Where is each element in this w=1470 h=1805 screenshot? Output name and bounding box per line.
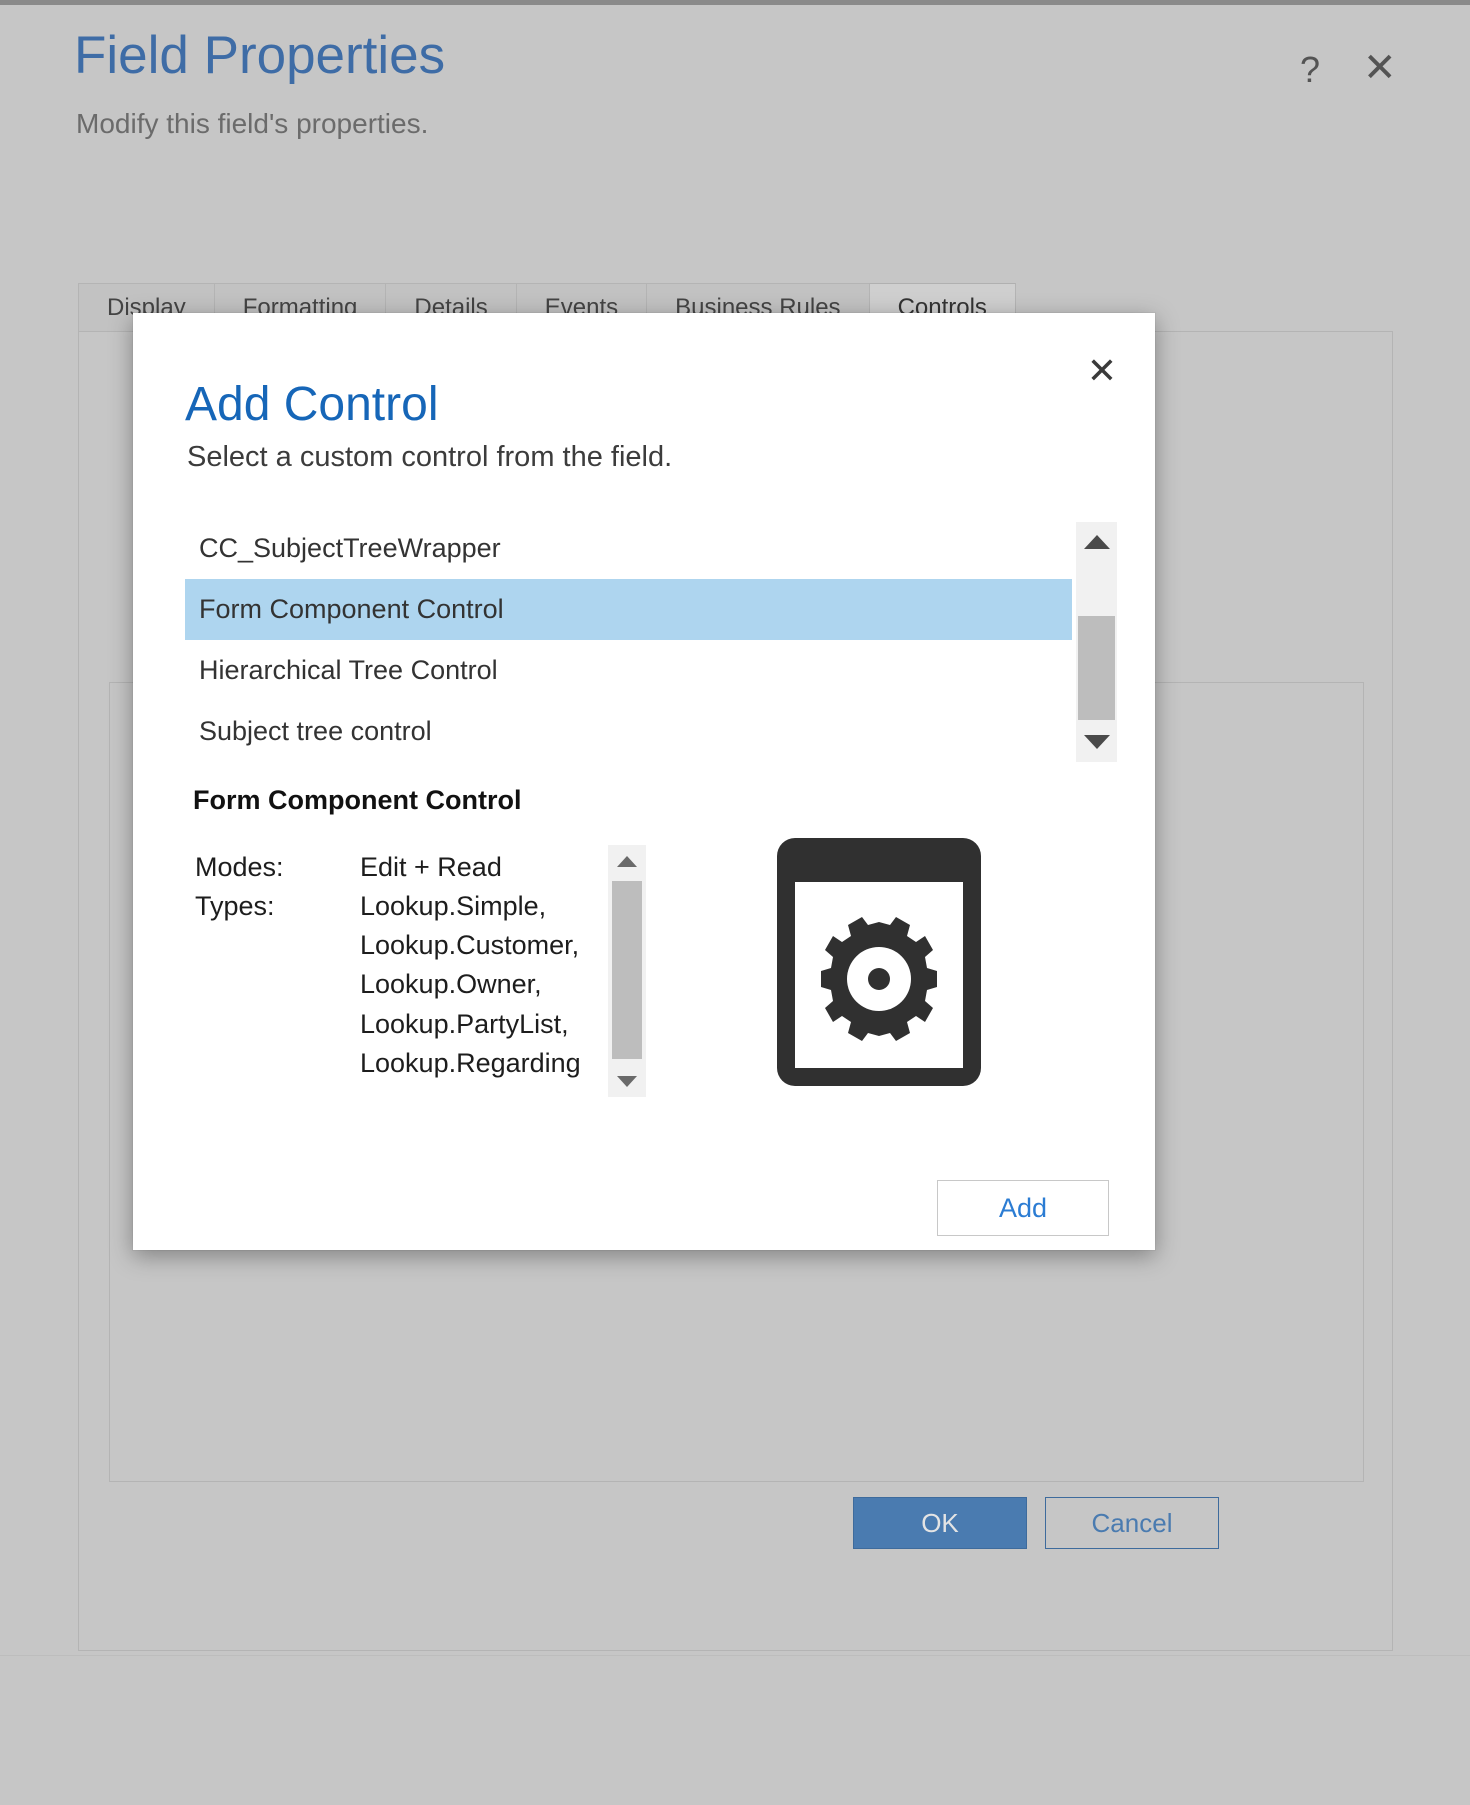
dialog-title: Add Control <box>185 378 439 431</box>
detail-scrollbar-thumb[interactable] <box>612 881 642 1059</box>
cancel-button-label: Cancel <box>1091 1507 1173 1538</box>
help-icon[interactable]: ? <box>1300 49 1320 91</box>
list-item-label: Form Component Control <box>199 594 504 624</box>
ok-button-label: OK <box>921 1507 959 1538</box>
detail-scrollbar[interactable] <box>608 845 646 1097</box>
detail-row-types: Types: Lookup.Simple, Lookup.Customer, L… <box>195 887 655 1083</box>
list-item-label: Hierarchical Tree Control <box>199 655 498 685</box>
add-control-dialog: ✕ Add Control Select a custom control fr… <box>133 313 1155 1250</box>
type-item: Lookup.Regarding <box>360 1047 581 1078</box>
add-button-label: Add <box>998 1192 1048 1223</box>
detail-table: Modes: Edit + Read Types: Lookup.Simple,… <box>195 848 655 1083</box>
types-label: Types: <box>195 891 275 922</box>
scroll-up-arrow-icon[interactable] <box>1076 522 1117 562</box>
page-title: Field Properties <box>74 26 446 85</box>
dialog-close-icon[interactable]: ✕ <box>1087 353 1117 389</box>
ok-button[interactable]: OK <box>853 1497 1027 1549</box>
type-item: Lookup.PartyList, <box>360 1008 569 1039</box>
modes-value: Edit + Read <box>360 852 502 882</box>
modes-label: Modes: <box>195 852 284 882</box>
list-item[interactable]: Form Component Control <box>185 579 1072 640</box>
types-value: Lookup.Simple, Lookup.Customer, Lookup.O… <box>360 887 581 1083</box>
page-subtitle: Modify this field's properties. <box>76 108 429 139</box>
control-list[interactable]: CC_SubjectTreeWrapper Form Component Con… <box>185 518 1072 765</box>
type-item: Lookup.Customer, <box>360 930 580 961</box>
scrollbar-thumb[interactable] <box>1078 616 1115 720</box>
control-preview-gear-tablet-icon <box>773 834 985 1090</box>
page-header: Field Properties Modify this field's pro… <box>0 5 1470 165</box>
cancel-button[interactable]: Cancel <box>1045 1497 1219 1549</box>
dialog-footer <box>0 1655 1470 1805</box>
detail-scroll-down-arrow-icon[interactable] <box>608 1065 646 1097</box>
list-item-label: CC_SubjectTreeWrapper <box>199 533 501 563</box>
add-button[interactable]: Add <box>937 1180 1109 1236</box>
control-list-scrollbar[interactable] <box>1076 522 1117 762</box>
list-item[interactable]: CC_SubjectTreeWrapper <box>185 518 1072 579</box>
list-item[interactable]: Subject tree control <box>185 701 1072 762</box>
close-icon[interactable]: ✕ <box>1363 45 1397 91</box>
type-item: Lookup.Owner, <box>360 969 542 1000</box>
list-item[interactable]: Hierarchical Tree Control <box>185 640 1072 701</box>
type-item: Lookup.Simple, <box>360 891 547 922</box>
dialog-subtitle: Select a custom control from the field. <box>187 441 673 473</box>
list-item-label: Subject tree control <box>199 716 432 746</box>
detail-scroll-up-arrow-icon[interactable] <box>608 845 646 877</box>
detail-row-modes: Modes: Edit + Read <box>195 848 655 887</box>
scroll-down-arrow-icon[interactable] <box>1076 722 1117 762</box>
detail-heading: Form Component Control <box>193 785 522 815</box>
